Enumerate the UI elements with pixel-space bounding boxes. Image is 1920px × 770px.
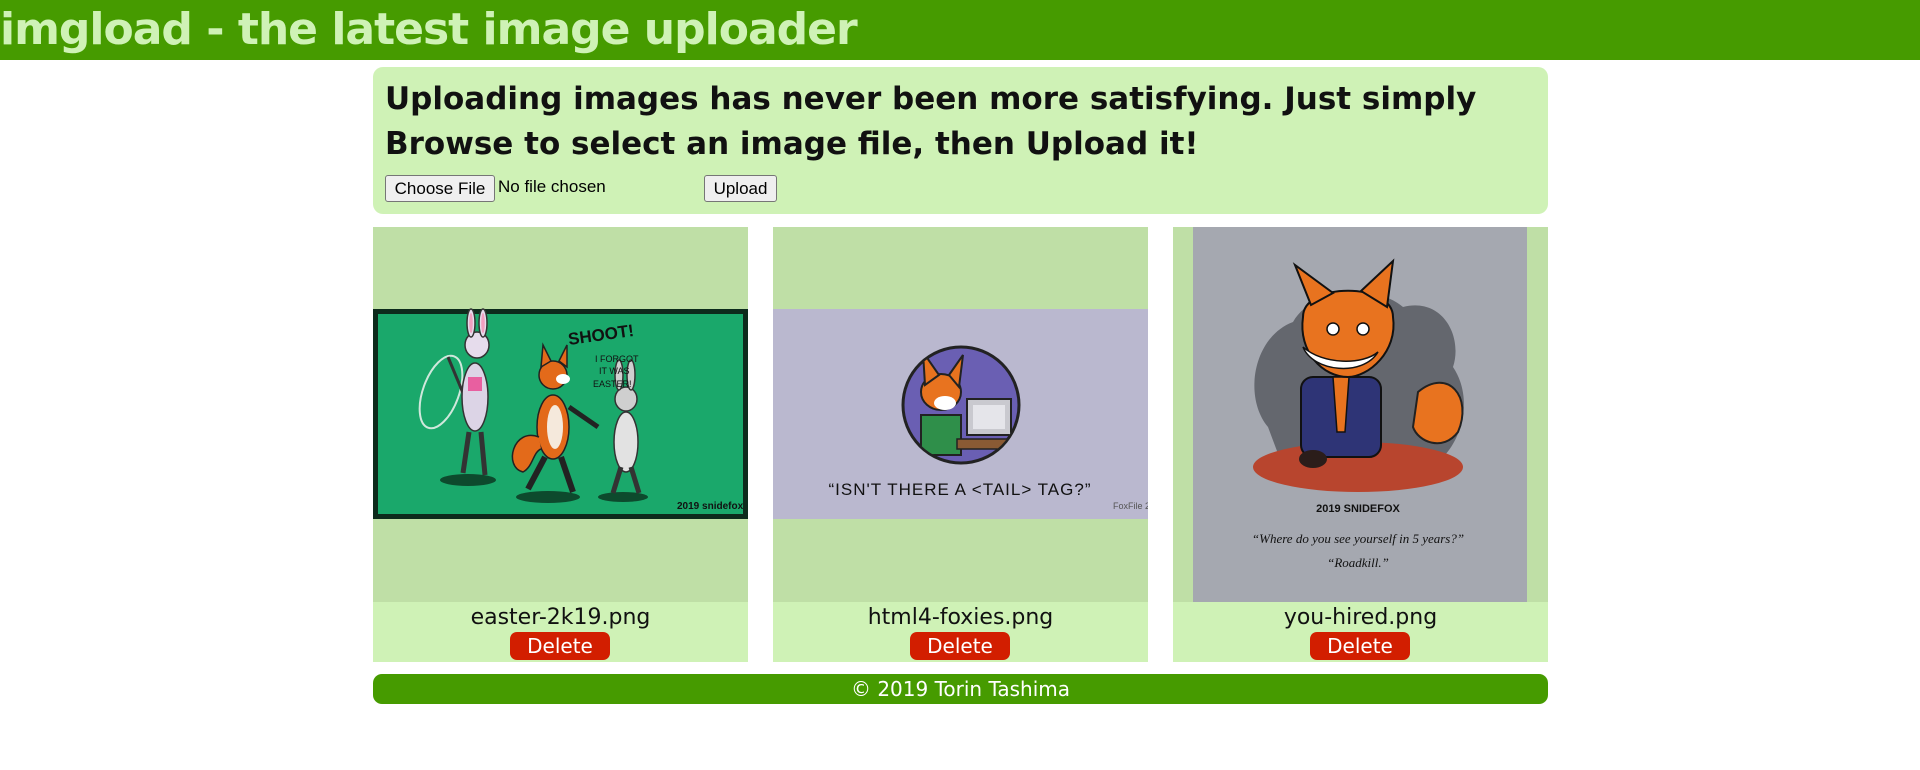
file-status-text: No file chosen xyxy=(498,177,606,196)
artist-signature: FoxFile 2019 xyxy=(1113,501,1148,511)
comic-caption-line4: EASTER! xyxy=(593,379,632,389)
delete-button[interactable]: Delete xyxy=(910,632,1010,660)
image-filename: you-hired.png xyxy=(1283,605,1438,630)
top-bar: imgload - the latest image uploader xyxy=(0,0,1920,60)
choose-file-button[interactable]: Choose File xyxy=(385,175,495,202)
image-thumbnail[interactable]: SHOOT! I FORGOT IT WAS EASTER! 2019 snid… xyxy=(373,227,748,602)
upload-panel: Uploading images has never been more sat… xyxy=(373,67,1548,214)
comic-caption-line1: “Where do you see yourself in 5 years?” xyxy=(1252,531,1464,546)
comic-caption-line2: “Roadkill.” xyxy=(1327,555,1389,570)
footer: © 2019 Torin Tashima xyxy=(373,674,1548,704)
image-card: 2019 SNIDEFOX “Where do you see yourself… xyxy=(1173,227,1548,662)
image-thumbnail[interactable]: 2019 SNIDEFOX “Where do you see yourself… xyxy=(1173,227,1548,602)
copyright-text: © 2019 Torin Tashima xyxy=(850,677,1071,701)
image-filename: easter-2k19.png xyxy=(470,605,651,630)
image-card: SHOOT! I FORGOT IT WAS EASTER! 2019 snid… xyxy=(373,227,748,662)
delete-button[interactable]: Delete xyxy=(510,632,610,660)
upload-button[interactable]: Upload xyxy=(704,175,777,202)
image-frame: SHOOT! I FORGOT IT WAS EASTER! 2019 snid… xyxy=(373,227,748,602)
site-title: imgload - the latest image uploader xyxy=(0,4,858,55)
image-thumbnail[interactable]: “ISN'T THERE A <TAIL> TAG?” FoxFile 2019 xyxy=(773,227,1148,602)
artist-signature: 2019 SNIDEFOX xyxy=(1316,503,1400,515)
comic-caption-line3: IT WAS xyxy=(599,366,630,376)
comic-caption: “ISN'T THERE A <TAIL> TAG?” xyxy=(829,480,1092,499)
upload-form: Choose File No file chosen Upload xyxy=(385,175,1535,203)
delete-button[interactable]: Delete xyxy=(1310,632,1410,660)
comic-caption-line2: I FORGOT xyxy=(595,354,639,364)
upload-instructions: Uploading images has never been more sat… xyxy=(385,81,1477,162)
image-filename: html4-foxies.png xyxy=(867,605,1054,630)
image-frame: “ISN'T THERE A <TAIL> TAG?” FoxFile 2019 xyxy=(773,227,1148,602)
image-card: “ISN'T THERE A <TAIL> TAG?” FoxFile 2019… xyxy=(773,227,1148,662)
artist-signature: 2019 snidefox xyxy=(677,501,744,512)
image-frame: 2019 SNIDEFOX “Where do you see yourself… xyxy=(1173,227,1548,602)
